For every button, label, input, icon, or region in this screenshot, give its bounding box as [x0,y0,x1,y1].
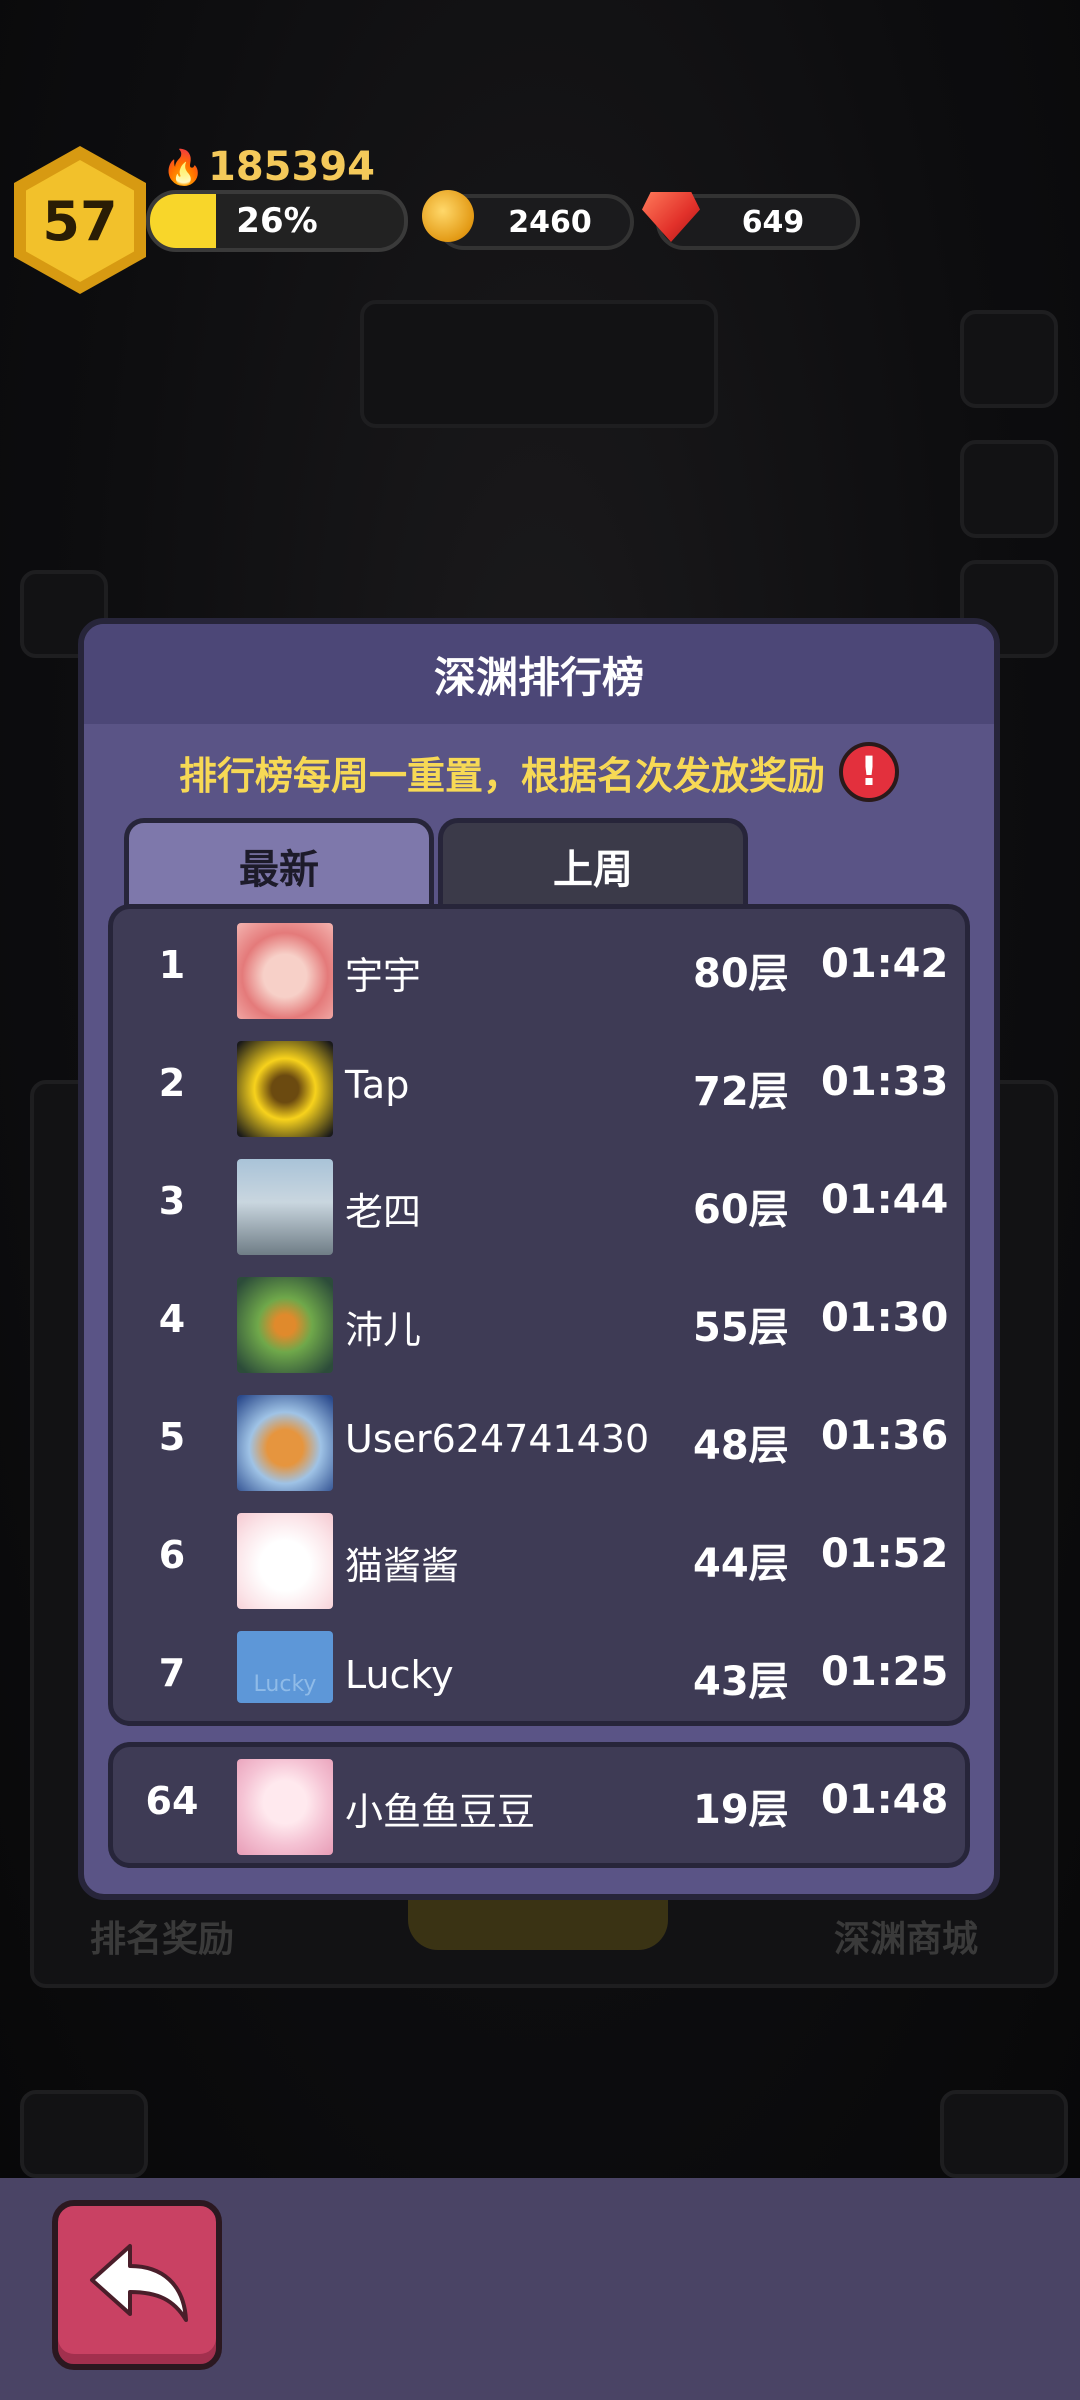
xp-percent: 26% [236,201,318,241]
tab-last-week[interactable]: 上周 [438,818,748,908]
clear-time: 01:36 [821,1413,949,1459]
player-name: 宇宇 [345,954,422,998]
list-item[interactable]: 2 Tap 72层 01:33 [113,1027,965,1145]
clear-time: 01:44 [821,1177,949,1223]
list-item: 64 小鱼鱼豆豆 19层 01:48 [113,1745,965,1863]
rank-number: 2 [158,1061,186,1105]
list-item[interactable]: 6 猫酱酱 44层 01:52 [113,1499,965,1617]
level-number: 57 [42,189,118,253]
floor-reached: 80层 [693,951,789,997]
floor-reached: 72层 [693,1069,789,1115]
avatar-lucky-text: Lucky [253,1672,317,1697]
list-item[interactable]: 4 沛儿 55层 01:30 [113,1263,965,1381]
my-player-name: 小鱼鱼豆豆 [345,1790,536,1834]
panel-title-bar: 深渊排行榜 [84,624,994,724]
pink-character-avatar-icon [237,923,333,1019]
background-event-card [360,300,718,428]
my-clear-time: 01:48 [821,1777,949,1823]
rank-number: 1 [158,943,186,987]
player-name: 沛儿 [345,1308,422,1352]
top-hud: 57 🔥 185394 26% 2460 649 [0,140,1080,310]
clear-time: 01:33 [821,1059,949,1105]
floor-reached: 43层 [693,1659,789,1705]
leaderboard-list[interactable]: 1 宇宇 80层 01:42 2 Tap 72层 01:33 3 老四 60层 … [108,904,970,1726]
list-item[interactable]: 5 User624741430 48层 01:36 [113,1381,965,1499]
lucky-text-avatar-icon: Lucky [237,1631,333,1703]
info-alert-icon[interactable]: ! [839,742,899,802]
my-rank-number: 64 [145,1779,199,1823]
player-name: Tap [345,1063,410,1107]
back-arrow-icon [90,2244,188,2322]
clear-time: 01:30 [821,1295,949,1341]
background-bottom-nav [940,2090,1068,2178]
player-name: 老四 [345,1190,422,1234]
panel-title: 深渊排行榜 [433,652,644,702]
shiba-astronaut-avatar-icon [237,1395,333,1491]
coin-icon [422,190,474,242]
rank-number: 5 [158,1415,186,1459]
reset-notice: 排行榜每周一重置，根据名次发放奖励 ! [84,736,994,808]
reset-notice-text: 排行榜每周一重置，根据名次发放奖励 [178,753,825,798]
landscape-photo-avatar-icon [237,1159,333,1255]
floor-reached: 60层 [693,1187,789,1233]
background-bottom-nav [20,2090,148,2178]
list-item[interactable]: 1 宇宇 80层 01:42 [113,909,965,1027]
tab-latest[interactable]: 最新 [124,818,434,908]
abyss-shop-label: 深渊商城 [834,1919,979,1960]
rank-number: 4 [158,1297,186,1341]
background-side-button [960,440,1058,538]
flame-icon: 🔥 [162,148,205,188]
background-start-button [408,1900,668,1950]
player-name: User624741430 [345,1417,650,1461]
my-floor-reached: 19层 [693,1787,789,1833]
cute-cat-avatar-icon [237,1513,333,1609]
back-button[interactable] [52,2200,222,2370]
floor-reached: 48层 [693,1423,789,1469]
background-side-button [960,310,1058,408]
list-item[interactable]: 3 老四 60层 01:44 [113,1145,965,1263]
gem-amount: 649 [741,204,805,240]
combat-power: 185394 [208,144,375,190]
player-name: Lucky [345,1653,454,1697]
list-item[interactable]: 7 Lucky Lucky 43层 01:25 [113,1617,965,1721]
coin-amount: 2460 [508,204,592,240]
rank-number: 6 [158,1533,186,1577]
clear-time: 01:52 [821,1531,949,1577]
abyss-leaderboard-panel: 深渊排行榜 排行榜每周一重置，根据名次发放奖励 ! 最新 上周 1 宇宇 80层… [78,618,1000,1900]
rank-reward-label: 排名奖励 [90,1919,235,1960]
gold-knight-avatar-icon [237,1041,333,1137]
xp-progress-bar: 26% [146,190,408,252]
clear-time: 01:25 [821,1649,949,1695]
green-creature-avatar-icon [237,1277,333,1373]
anime-girl-avatar-icon [237,1759,333,1855]
clear-time: 01:42 [821,941,949,987]
floor-reached: 55层 [693,1305,789,1351]
player-name: 猫酱酱 [345,1544,460,1588]
floor-reached: 44层 [693,1541,789,1587]
my-rank-row[interactable]: 64 小鱼鱼豆豆 19层 01:48 [108,1742,970,1868]
rank-number: 3 [158,1179,186,1223]
rank-number: 7 [158,1651,186,1695]
